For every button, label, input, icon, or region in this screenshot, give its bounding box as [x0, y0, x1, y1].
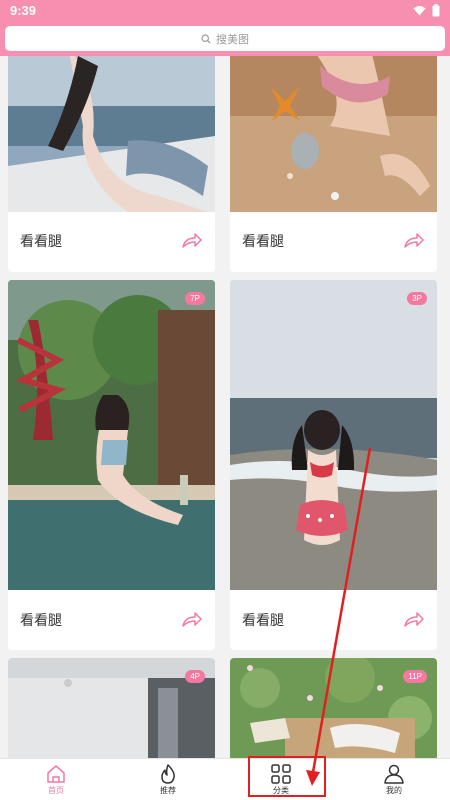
- status-bar: 9:39: [0, 0, 450, 22]
- page-count-badge: 3P: [407, 292, 427, 305]
- wifi-icon: [413, 6, 426, 16]
- user-icon: [384, 764, 404, 784]
- image-feed[interactable]: 看看腿 看看腿 7P 看看腿 3P 看看腿 4P 11P: [0, 56, 450, 758]
- share-icon[interactable]: [181, 231, 203, 249]
- tab-recommend[interactable]: 推荐: [112, 759, 224, 800]
- status-icons: [413, 4, 440, 17]
- card-image[interactable]: [8, 658, 215, 758]
- flame-icon: [161, 764, 175, 784]
- image-card[interactable]: 看看腿: [230, 56, 437, 272]
- tab-home[interactable]: 首页: [0, 759, 112, 800]
- tab-profile[interactable]: 我的: [338, 759, 450, 800]
- card-caption: 看看腿: [20, 234, 62, 250]
- card-image[interactable]: [8, 56, 215, 212]
- image-card[interactable]: 7P 看看腿: [8, 280, 215, 650]
- card-caption: 看看腿: [242, 234, 284, 250]
- image-card[interactable]: 看看腿: [8, 56, 215, 272]
- share-icon[interactable]: [181, 610, 203, 628]
- card-image[interactable]: [8, 280, 215, 590]
- battery-icon: [432, 4, 440, 17]
- page-count-badge: 7P: [185, 292, 205, 305]
- page-count-badge: 4P: [185, 670, 205, 683]
- search-placeholder: 搜美图: [216, 33, 249, 46]
- share-icon[interactable]: [403, 231, 425, 249]
- page-count-badge: 11P: [403, 670, 427, 683]
- share-icon[interactable]: [403, 610, 425, 628]
- search-icon: [201, 33, 211, 44]
- image-card[interactable]: 4P: [8, 658, 215, 758]
- bottom-tab-bar: 首页 推荐 分类 我的: [0, 758, 450, 800]
- card-image[interactable]: [230, 56, 437, 212]
- image-card[interactable]: 3P 看看腿: [230, 280, 437, 650]
- status-time: 9:39: [10, 3, 37, 18]
- card-image[interactable]: [230, 280, 437, 590]
- card-caption: 看看腿: [242, 613, 284, 629]
- annotation-highlight-box: [248, 756, 326, 797]
- tab-label: 我的: [386, 786, 402, 795]
- card-caption: 看看腿: [20, 613, 62, 629]
- home-icon: [47, 765, 65, 783]
- header: 搜美图: [0, 22, 450, 56]
- tab-label: 推荐: [160, 786, 176, 795]
- tab-label: 首页: [48, 786, 64, 795]
- search-input[interactable]: 搜美图: [5, 26, 445, 51]
- image-card[interactable]: 11P: [230, 658, 437, 758]
